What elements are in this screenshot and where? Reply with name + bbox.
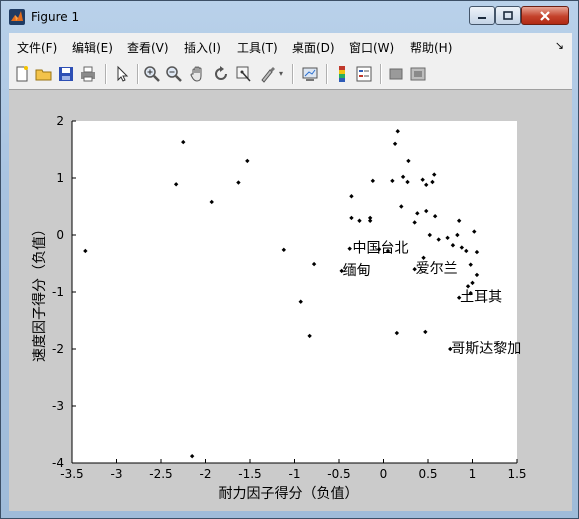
y-tick-label: -3 [52,399,64,413]
toolbar: ▾ [9,59,572,90]
maximize-icon [503,10,513,20]
y-axis-label: 速度因子得分（负值） [31,222,48,362]
legend-icon[interactable] [355,65,373,83]
y-tick-label: -1 [52,285,64,299]
dock-arrow-icon[interactable]: ↘ [555,39,564,52]
plot-background [72,121,517,463]
point-annotation: 中国台北 [352,241,408,257]
x-tick-label: 1 [469,467,477,481]
pointer-icon[interactable] [113,65,131,83]
y-tick-label: -2 [52,342,64,356]
figure-window: Figure 1 文件(F) 编辑(E) 查看(V) 插入(I) 工具(T) 桌… [0,0,579,519]
link-plot-icon[interactable] [301,65,319,83]
x-tick-label: -0.5 [327,467,350,481]
minimize-icon [478,16,486,19]
toolbar-separator [137,64,139,84]
x-tick-label: 1.5 [507,467,526,481]
show-plot-tools-icon[interactable] [409,65,427,83]
maximize-button[interactable] [495,6,521,25]
toolbar-separator [326,64,328,84]
menu-tools[interactable]: 工具(T) [237,39,278,56]
x-tick-label: 0.5 [418,467,437,481]
hide-plot-tools-icon[interactable] [387,65,405,83]
matlab-logo-icon [9,9,25,25]
zoom-out-icon[interactable] [165,65,183,83]
point-annotation: 缅甸 [343,263,371,279]
client-area: 文件(F) 编辑(E) 查看(V) 插入(I) 工具(T) 桌面(D) 窗口(W… [9,33,572,511]
brush-icon[interactable] [259,65,277,83]
new-figure-icon[interactable] [13,65,31,83]
menu-edit[interactable]: 编辑(E) [72,39,113,56]
y-tick-label: 1 [56,171,64,185]
zoom-in-icon[interactable] [143,65,161,83]
data-cursor-icon[interactable] [235,65,253,83]
pan-hand-icon[interactable] [189,65,207,83]
menu-bar: 文件(F) 编辑(E) 查看(V) 插入(I) 工具(T) 桌面(D) 窗口(W… [9,33,572,60]
toolbar-separator [380,64,382,84]
menu-window[interactable]: 窗口(W) [349,39,394,56]
menu-help[interactable]: 帮助(H) [410,39,452,56]
window-title: Figure 1 [31,10,80,24]
point-annotation: 土耳其 [460,290,502,306]
y-tick-label: 0 [56,228,64,242]
print-icon[interactable] [79,65,97,83]
x-tick-label: -2 [200,467,212,481]
brush-dropdown-icon[interactable]: ▾ [279,69,283,78]
figure-canvas[interactable]: -3.5 -3 -2.5 -2 -1.5 -1 -0.5 0 0.5 1 1.5 -4 -3 -2 -1 0 1… [9,90,572,511]
point-annotation: 爱尔兰 [416,261,458,277]
minimize-button[interactable] [469,6,495,25]
x-axis-label: 耐力因子得分（负值） [219,485,359,502]
save-icon[interactable] [57,65,75,83]
menu-file[interactable]: 文件(F) [17,39,57,56]
title-bar[interactable]: Figure 1 [1,1,578,33]
x-tick-label: -1 [289,467,301,481]
open-file-icon[interactable] [35,65,53,83]
scatter-plot[interactable]: -3.5 -3 -2.5 -2 -1.5 -1 -0.5 0 0.5 1 1.5-4-3-2-101… [9,90,572,511]
menu-insert[interactable]: 插入(I) [184,39,221,56]
close-button[interactable] [521,6,569,25]
menu-view[interactable]: 查看(V) [127,39,169,56]
x-tick-label: -3 [111,467,123,481]
menu-desktop[interactable]: 桌面(D) [292,39,335,56]
x-tick-label: 0 [380,467,388,481]
rotate-3d-icon[interactable] [212,65,230,83]
close-icon [540,10,550,21]
x-tick-label: -1.5 [238,467,261,481]
x-tick-label: -2.5 [149,467,172,481]
colorbar-icon[interactable] [333,65,351,83]
y-tick-label: -4 [52,456,64,470]
y-tick-label: 2 [56,114,64,128]
toolbar-separator [292,64,294,84]
point-annotation: 哥斯达黎加 [451,341,521,357]
toolbar-separator [105,64,107,84]
